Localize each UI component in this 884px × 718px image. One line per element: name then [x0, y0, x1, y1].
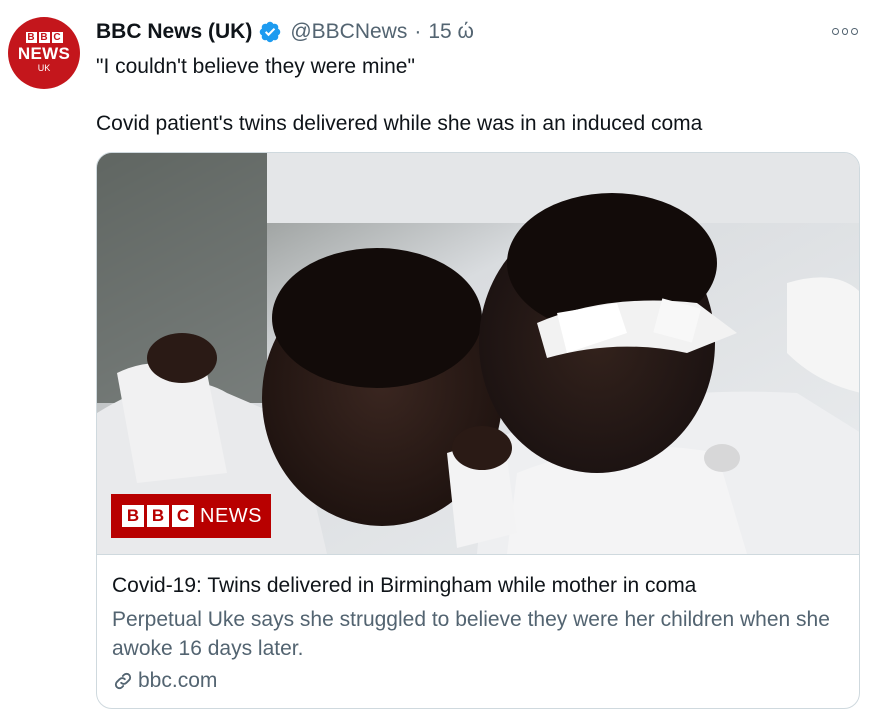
more-dot: [841, 27, 849, 35]
tweet[interactable]: B B C NEWS UK BBC News (UK) @BBCNews · 1…: [0, 0, 884, 718]
more-dot: [832, 27, 839, 35]
card-image[interactable]: B B C NEWS: [97, 153, 859, 554]
timestamp[interactable]: 15 ώ: [428, 20, 474, 44]
avatar-bbc-blocks: B B C: [25, 32, 63, 43]
bbc-logo-news: NEWS: [200, 504, 262, 527]
bbc-logo-letter: B: [122, 505, 144, 527]
tweet-text-line: Covid patient's twins delivered while sh…: [96, 112, 703, 135]
card-title: Covid-19: Twins delivered in Birmingham …: [112, 574, 697, 597]
separator-dot: ·: [414, 20, 422, 43]
avatar[interactable]: B B C NEWS UK: [8, 17, 80, 89]
display-name[interactable]: BBC News (UK): [96, 20, 252, 44]
verified-badge-icon: [258, 20, 282, 44]
bbc-news-logo: B B C NEWS: [111, 494, 271, 538]
card-description: Perpetual Uke says she struggled to beli…: [112, 608, 830, 660]
avatar-bbc-letter: B: [25, 32, 37, 43]
more-options-icon[interactable]: [832, 26, 859, 36]
bbc-logo-letter: B: [147, 505, 169, 527]
tweet-text-line: "I couldn't believe they were mine": [96, 55, 415, 78]
card-domain: bbc.com: [138, 669, 218, 692]
bbc-logo-letter: C: [172, 505, 194, 527]
avatar-bbc-letter: B: [38, 32, 50, 43]
link-icon: [112, 670, 134, 692]
card-body[interactable]: Covid-19: Twins delivered in Birmingham …: [97, 554, 859, 708]
avatar-bbc-letter: C: [51, 32, 63, 43]
bbc-logo-blocks: B B C: [122, 505, 194, 527]
card-domain-link[interactable]: bbc.com: [112, 669, 217, 693]
more-dot: [851, 27, 859, 35]
avatar-uk-text: UK: [37, 63, 51, 73]
avatar-news-text: NEWS: [17, 44, 71, 63]
tweet-header: BBC News (UK) @BBCNews · 15 ώ: [96, 18, 474, 46]
handle[interactable]: @BBCNews: [290, 20, 407, 44]
link-card[interactable]: B B C NEWS Covid-19: Twins delivered in …: [96, 152, 860, 709]
